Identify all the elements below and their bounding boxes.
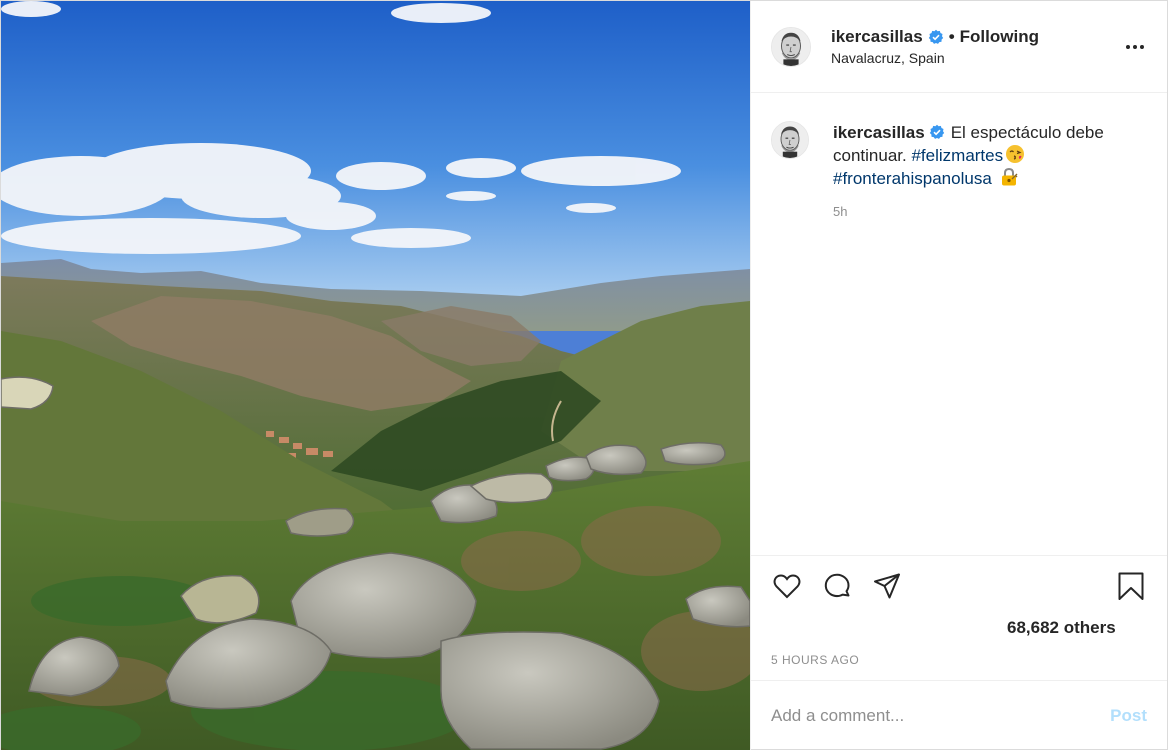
author-username[interactable]: ikercasillas [831, 27, 923, 47]
caption-text: ikercasillas El espectáculo debe continu… [833, 121, 1133, 190]
comment-icon[interactable] [821, 570, 853, 602]
mountain-valley-image [1, 1, 750, 750]
post-actions-section: 68,682 others 5 HOURS AGO [751, 555, 1167, 680]
post-header: ikercasillas • Following Navalacruz, Spa… [751, 1, 1167, 93]
author-info: ikercasillas • Following Navalacruz, Spa… [831, 27, 1039, 66]
caption-body: ikercasillas El espectáculo debe continu… [833, 121, 1133, 219]
verified-badge-icon [928, 29, 944, 45]
face-avatar-icon [772, 27, 810, 66]
author-line: ikercasillas • Following [831, 27, 1039, 47]
post-location[interactable]: Navalacruz, Spain [831, 50, 1039, 66]
comment-input[interactable] [771, 706, 1111, 726]
kissing-face-emoji-icon [1005, 144, 1025, 164]
comments-section: ikercasillas El espectáculo debe continu… [751, 93, 1167, 555]
caption-username[interactable]: ikercasillas [833, 123, 925, 142]
hashtag-link[interactable]: #felizmartes [911, 146, 1003, 165]
face-avatar-icon [772, 122, 808, 158]
bookmark-icon[interactable] [1115, 570, 1147, 602]
caption-timestamp: 5h [833, 204, 848, 219]
separator-dot: • [948, 27, 955, 46]
instagram-post: ikercasillas • Following Navalacruz, Spa… [0, 0, 1168, 750]
verified-badge-icon [929, 123, 945, 139]
locked-with-key-emoji-icon [999, 167, 1019, 187]
add-comment-bar: Post [751, 680, 1167, 750]
post-time-ago: 5 HOURS AGO [771, 653, 860, 667]
caption-avatar[interactable] [771, 121, 809, 159]
more-options-icon[interactable] [1123, 35, 1147, 59]
likes-count[interactable]: 68,682 others [1007, 618, 1116, 638]
action-bar [751, 556, 1167, 616]
post-side-panel: ikercasillas • Following Navalacruz, Spa… [750, 1, 1167, 750]
post-comment-button[interactable]: Post [1110, 706, 1147, 726]
heart-icon[interactable] [771, 570, 803, 602]
post-photo[interactable] [1, 1, 750, 750]
author-avatar[interactable] [771, 26, 811, 67]
caption-comment: ikercasillas El espectáculo debe continu… [771, 121, 1147, 219]
hashtag-link[interactable]: #fronterahispanolusa [833, 169, 992, 188]
share-icon[interactable] [871, 570, 903, 602]
following-button[interactable]: Following [960, 27, 1039, 47]
